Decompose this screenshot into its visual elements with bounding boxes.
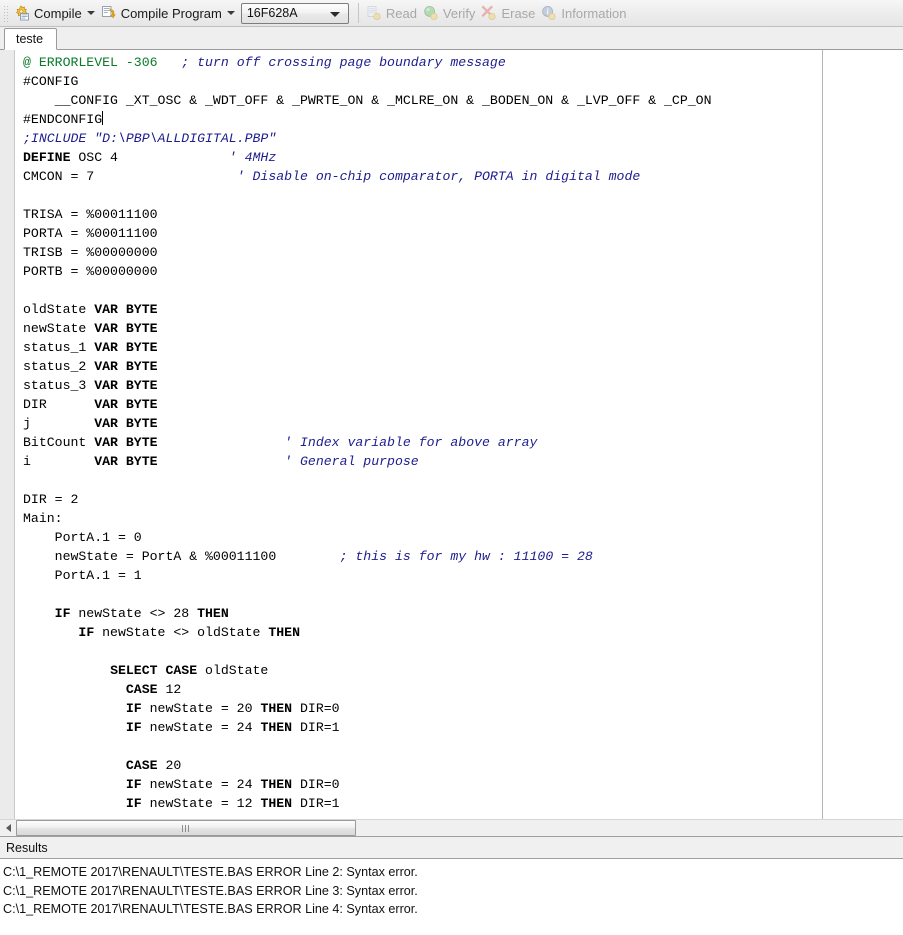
results-panel: Results C:\1_REMOTE 2017\RENAULT\TESTE.B…: [0, 837, 903, 935]
verify-icon: [423, 5, 439, 21]
chevron-down-icon[interactable]: [329, 11, 340, 17]
compile-program-button-label: Compile Program: [120, 5, 222, 21]
device-select-value: 16F628A: [246, 6, 298, 20]
compile-button-label: Compile: [34, 5, 82, 21]
code-editor-body: @ ERRORLEVEL -306 ; turn off crossing pa…: [0, 50, 903, 819]
editor-horizontal-scrollbar[interactable]: [0, 819, 903, 836]
erase-button[interactable]: Erase: [479, 2, 539, 25]
editor-tabstrip: teste: [0, 27, 903, 50]
arrow-left-icon: [5, 824, 11, 832]
compile-dropdown-caret-icon[interactable]: [86, 11, 95, 15]
information-button-label: Information: [561, 5, 627, 21]
compile-button[interactable]: Compile: [12, 2, 99, 25]
source-code[interactable]: @ ERRORLEVEL -306 ; turn off crossing pa…: [15, 50, 903, 813]
scrollbar-grip-icon: [182, 824, 190, 832]
pbp-ide-window: Compile Compile Program 16F628A Read Ver…: [0, 0, 903, 935]
toolbar-grip[interactable]: [2, 3, 9, 23]
results-list[interactable]: C:\1_REMOTE 2017\RENAULT\TESTE.BAS ERROR…: [0, 859, 903, 935]
information-icon: [541, 5, 557, 21]
read-button-label: Read: [385, 5, 417, 21]
code-editor: @ ERRORLEVEL -306 ; turn off crossing pa…: [0, 50, 903, 837]
toolbar-separator: [357, 3, 359, 23]
compile-program-button[interactable]: Compile Program: [99, 2, 239, 25]
code-text-area[interactable]: @ ERRORLEVEL -306 ; turn off crossing pa…: [15, 50, 903, 819]
device-select[interactable]: 16F628A: [240, 2, 349, 24]
tab-teste-label: teste: [16, 32, 44, 46]
scroll-left-button[interactable]: [0, 820, 16, 836]
read-button[interactable]: Read: [364, 2, 421, 25]
verify-button[interactable]: Verify: [421, 2, 480, 25]
compile-gear-icon: [14, 5, 30, 21]
erase-icon: [481, 5, 497, 21]
results-panel-title: Results: [0, 837, 903, 859]
scrollbar-thumb[interactable]: [16, 820, 356, 836]
verify-button-label: Verify: [442, 5, 476, 21]
editor-gutter[interactable]: [0, 50, 15, 819]
main-toolbar: Compile Compile Program 16F628A Read Ver…: [0, 0, 903, 27]
result-line[interactable]: C:\1_REMOTE 2017\RENAULT\TESTE.BAS ERROR…: [3, 863, 903, 882]
information-button[interactable]: Information: [539, 2, 630, 25]
compile-program-icon: [101, 5, 117, 21]
compile-program-dropdown-caret-icon[interactable]: [226, 11, 235, 15]
scrollbar-track[interactable]: [16, 820, 903, 836]
result-line[interactable]: C:\1_REMOTE 2017\RENAULT\TESTE.BAS ERROR…: [3, 882, 903, 901]
tab-teste[interactable]: teste: [4, 28, 58, 50]
result-line[interactable]: C:\1_REMOTE 2017\RENAULT\TESTE.BAS ERROR…: [3, 900, 903, 919]
erase-button-label: Erase: [501, 5, 536, 21]
read-icon: [366, 5, 382, 21]
